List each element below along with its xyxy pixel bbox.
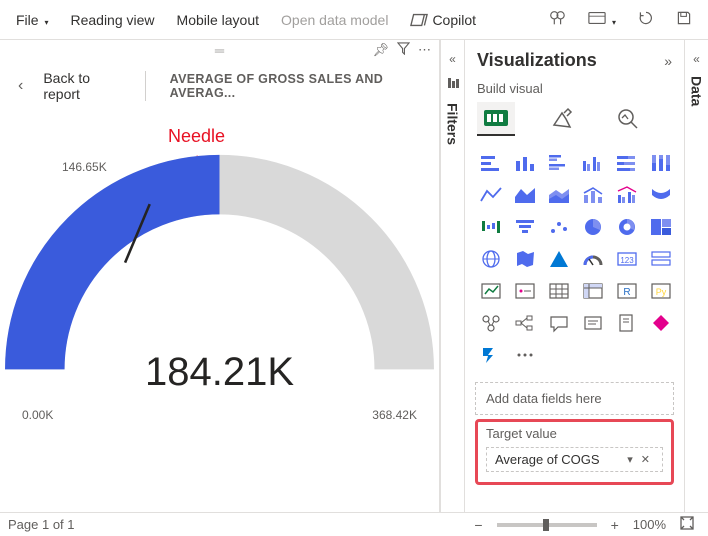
drag-handle-icon[interactable]: ═ xyxy=(215,43,224,58)
svg-text:Py: Py xyxy=(656,287,667,297)
viz-gauge-icon[interactable] xyxy=(579,246,607,272)
svg-text:123: 123 xyxy=(620,256,634,265)
filters-label: Filters xyxy=(445,103,461,145)
filters-icon xyxy=(446,76,460,93)
zoom-slider[interactable] xyxy=(497,523,597,527)
open-data-model: Open data model xyxy=(273,8,396,32)
build-visual-label: Build visual xyxy=(465,81,684,102)
data-pane-collapsed[interactable]: « Data xyxy=(684,40,708,512)
svg-text:R: R xyxy=(623,287,630,298)
gauge-chart: 146.65K 184.21K 0.00K 368.42K xyxy=(4,152,435,402)
viz-table-icon[interactable] xyxy=(545,278,573,304)
needle-annotation: Needle xyxy=(168,126,225,147)
viz-pane-title: Visualizations xyxy=(477,50,664,71)
viz-map-icon[interactable] xyxy=(477,246,505,272)
viz-paginated-icon[interactable] xyxy=(613,310,641,336)
viz-100stacked-bar-icon[interactable] xyxy=(613,150,641,176)
viz-pie-icon[interactable] xyxy=(579,214,607,240)
target-value-label: Target value xyxy=(486,426,663,441)
more-icon[interactable]: ⋯ xyxy=(418,42,431,58)
reading-view[interactable]: Reading view xyxy=(62,8,162,32)
viz-donut-icon[interactable] xyxy=(613,214,641,240)
viz-multirow-card-icon[interactable] xyxy=(647,246,675,272)
file-menu[interactable]: File ▾ xyxy=(8,8,56,32)
viz-waterfall-icon[interactable] xyxy=(477,214,505,240)
viz-qna-icon[interactable] xyxy=(545,310,573,336)
viz-line-icon[interactable] xyxy=(477,182,505,208)
data-label: Data xyxy=(689,76,705,106)
chevron-down-icon[interactable]: ▾ xyxy=(623,453,637,466)
viz-ribbon-icon[interactable] xyxy=(647,182,675,208)
visual-type-gallery: 123 R Py xyxy=(465,144,684,372)
viz-filled-map-icon[interactable] xyxy=(511,246,539,272)
fit-to-page-icon[interactable] xyxy=(674,516,700,533)
viz-funnel-icon[interactable] xyxy=(511,214,539,240)
separator xyxy=(145,71,146,101)
page-indicator: Page 1 of 1 xyxy=(8,517,75,532)
viz-azure-map-icon[interactable] xyxy=(545,246,573,272)
tab-build-visual[interactable] xyxy=(477,102,515,136)
back-to-report[interactable]: Back to report xyxy=(43,70,122,102)
viz-clustered-bar-icon[interactable] xyxy=(545,150,573,176)
viz-scatter-icon[interactable] xyxy=(545,214,573,240)
values-field-well[interactable]: Add data fields here xyxy=(475,382,674,415)
viz-stacked-bar-icon[interactable] xyxy=(477,150,505,176)
viz-line-stacked-icon[interactable] xyxy=(579,182,607,208)
viz-stacked-column-icon[interactable] xyxy=(511,150,539,176)
visualizations-pane: Visualizations » Build visual xyxy=(464,40,684,512)
save-icon[interactable] xyxy=(668,6,700,33)
viz-stacked-area-icon[interactable] xyxy=(545,182,573,208)
tab-analytics[interactable] xyxy=(609,102,647,136)
zoom-level: 100% xyxy=(633,517,666,532)
viz-kpi-icon[interactable] xyxy=(477,278,505,304)
expand-pane-icon[interactable]: » xyxy=(664,53,672,69)
copilot-button[interactable]: Copilot xyxy=(402,7,484,33)
refresh-icon[interactable] xyxy=(630,6,662,33)
viz-treemap-icon[interactable] xyxy=(647,214,675,240)
tab-format-visual[interactable] xyxy=(543,102,581,136)
back-arrow-icon[interactable]: ‹ xyxy=(12,77,29,95)
gauge-min-label: 0.00K xyxy=(22,408,53,422)
gauge-value: 184.21K xyxy=(4,350,435,395)
target-value-section: Target value Average of COGS ▾ ✕ xyxy=(475,419,674,485)
filters-pane-collapsed[interactable]: « Filters xyxy=(440,40,464,512)
viz-clustered-column-icon[interactable] xyxy=(579,150,607,176)
copilot-icon xyxy=(410,11,428,29)
search-icon[interactable] xyxy=(540,5,574,34)
target-field-name: Average of COGS xyxy=(495,452,623,467)
gauge-target-label: 146.65K xyxy=(62,160,107,174)
viz-slicer-icon[interactable] xyxy=(511,278,539,304)
target-value-field[interactable]: Average of COGS ▾ ✕ xyxy=(486,447,663,472)
report-canvas: ═ 📌︎ ⋯ ‹ Back to report AVERAGE OF GROSS… xyxy=(0,40,440,512)
expand-data-icon[interactable]: « xyxy=(693,52,700,66)
gauge-max-label: 368.42K xyxy=(372,408,417,422)
pin-icon[interactable]: 📌︎ xyxy=(372,42,389,58)
zoom-out-button[interactable]: − xyxy=(468,517,488,533)
viz-card-icon[interactable]: 123 xyxy=(613,246,641,272)
viz-powerautomate-icon[interactable] xyxy=(477,342,505,368)
viz-line-clustered-icon[interactable] xyxy=(613,182,641,208)
mobile-layout[interactable]: Mobile layout xyxy=(169,8,268,32)
remove-field-icon[interactable]: ✕ xyxy=(637,453,654,466)
viz-area-icon[interactable] xyxy=(511,182,539,208)
visual-title: AVERAGE OF GROSS SALES AND AVERAG... xyxy=(160,72,427,100)
view-menu[interactable]: ▾ xyxy=(580,7,624,32)
viz-key-influencers-icon[interactable] xyxy=(477,310,505,336)
expand-filters-icon[interactable]: « xyxy=(449,52,456,66)
viz-smart-narrative-icon[interactable] xyxy=(579,310,607,336)
viz-matrix-icon[interactable] xyxy=(579,278,607,304)
viz-100stacked-column-icon[interactable] xyxy=(647,150,675,176)
filter-icon[interactable] xyxy=(397,42,410,58)
viz-decomposition-icon[interactable] xyxy=(511,310,539,336)
zoom-in-button[interactable]: + xyxy=(605,517,625,533)
viz-more-icon[interactable] xyxy=(511,342,539,368)
viz-python-icon[interactable]: Py xyxy=(647,278,675,304)
viz-r-icon[interactable]: R xyxy=(613,278,641,304)
viz-powerapps-icon[interactable] xyxy=(647,310,675,336)
